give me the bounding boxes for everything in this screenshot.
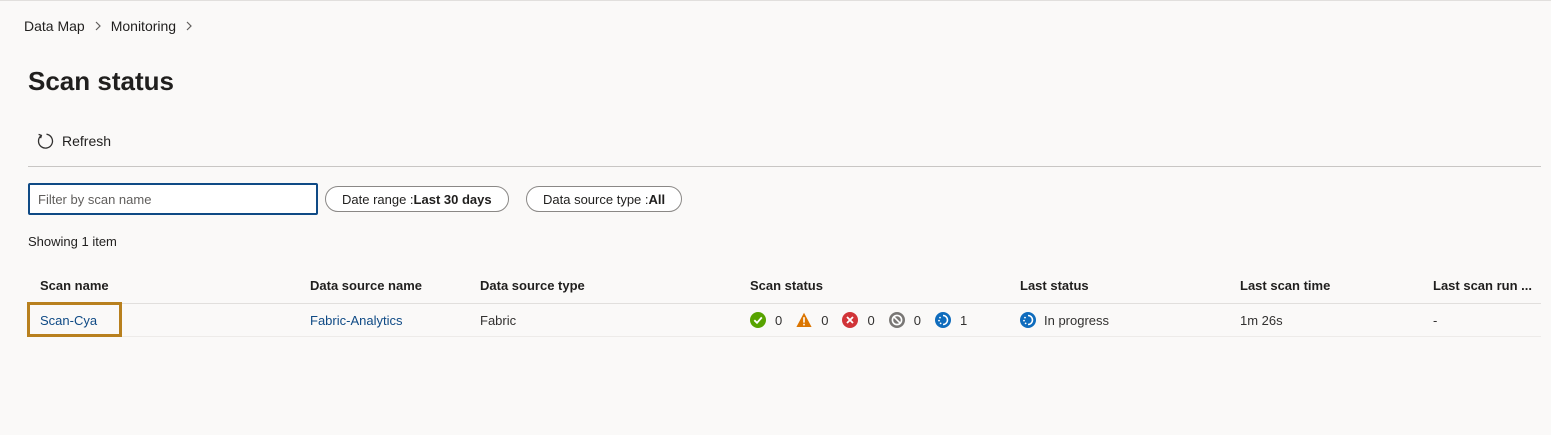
scan-table: Scan name Data source name Data source t…	[27, 268, 1541, 337]
in-progress-icon	[934, 312, 951, 328]
date-range-label: Date range :	[342, 191, 414, 207]
error-icon	[842, 312, 859, 328]
column-header-data-source-name[interactable]: Data source name	[310, 278, 422, 293]
data-source-name-link[interactable]: Fabric-Analytics	[310, 313, 402, 328]
in-progress-icon	[1020, 312, 1036, 328]
data-source-type-value: All	[648, 191, 666, 207]
canceled-icon	[888, 312, 905, 328]
breadcrumb-monitoring[interactable]: Monitoring	[111, 18, 176, 34]
canceled-count: 0	[888, 312, 921, 328]
last-status-cell: In progress	[1020, 312, 1109, 328]
canceled-count-value: 0	[913, 312, 921, 328]
refresh-label: Refresh	[62, 133, 112, 149]
failed-count-value: 0	[867, 312, 875, 328]
warning-count-value: 0	[821, 312, 829, 328]
page-title: Scan status	[28, 66, 174, 96]
top-border	[0, 0, 1551, 1]
chevron-right-icon	[93, 21, 103, 31]
refresh-button[interactable]: Refresh	[36, 132, 111, 150]
warning-count: 0	[796, 312, 828, 328]
column-header-data-source-type[interactable]: Data source type	[480, 278, 585, 293]
last-scan-run-cell: -	[1433, 313, 1438, 328]
last-scan-time-cell: 1m 26s	[1240, 313, 1283, 328]
succeeded-count-value: 0	[775, 312, 783, 328]
in-progress-count-value: 1	[959, 312, 968, 328]
column-header-last-scan-time[interactable]: Last scan time	[1240, 278, 1330, 293]
toolbar-divider	[28, 166, 1541, 167]
breadcrumb-data-map[interactable]: Data Map	[24, 18, 85, 34]
data-source-type-filter[interactable]: Data source type : All	[526, 186, 683, 212]
filter-by-scan-name-input[interactable]	[28, 183, 318, 215]
data-source-type-cell: Fabric	[480, 313, 517, 328]
in-progress-count: 1	[934, 312, 968, 328]
breadcrumb: Data Map Monitoring	[24, 18, 202, 34]
success-icon	[750, 312, 766, 328]
column-header-scan-name[interactable]: Scan name	[40, 278, 109, 293]
table-header: Scan name Data source name Data source t…	[28, 268, 1541, 304]
failed-count: 0	[842, 312, 875, 328]
date-range-value: Last 30 days	[413, 191, 492, 207]
refresh-icon	[36, 132, 54, 150]
chevron-right-icon	[184, 21, 194, 31]
date-range-filter[interactable]: Date range : Last 30 days	[325, 186, 509, 212]
column-header-last-status[interactable]: Last status	[1020, 278, 1089, 293]
last-status-text: In progress	[1044, 312, 1110, 328]
table-row[interactable]: Scan-Cya Fabric-Analytics Fabric 0 0 0 0…	[27, 302, 1541, 337]
scan-name-link[interactable]: Scan-Cya	[40, 313, 97, 328]
warning-icon	[796, 312, 812, 327]
column-header-scan-status[interactable]: Scan status	[750, 278, 823, 293]
scan-status-cell: 0 0 0 0 1	[750, 312, 981, 328]
column-header-last-scan-run[interactable]: Last scan run ...	[1433, 278, 1532, 293]
succeeded-count: 0	[750, 312, 782, 328]
data-source-type-label: Data source type :	[543, 191, 649, 207]
item-count: Showing 1 item	[28, 234, 117, 249]
